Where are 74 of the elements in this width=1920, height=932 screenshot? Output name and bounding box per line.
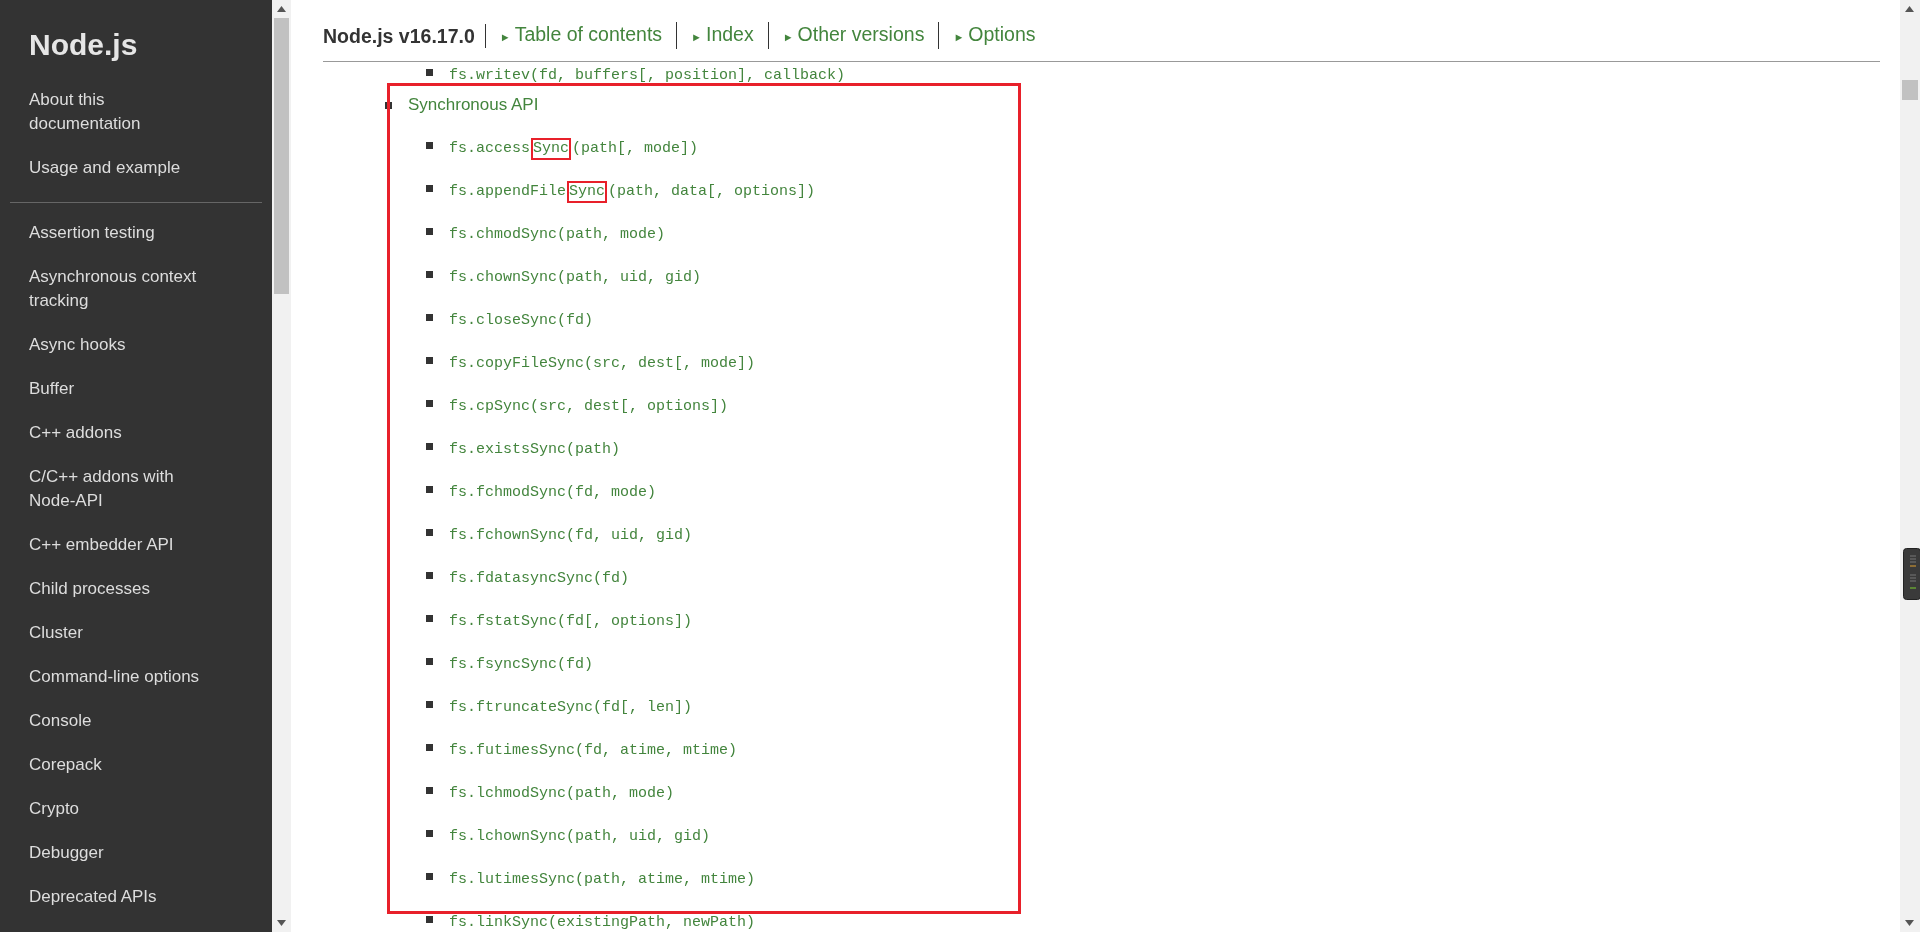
api-link[interactable]: fs.fchownSync(fd, uid, gid) (449, 527, 693, 544)
api-link[interactable]: fs.closeSync(fd) (449, 312, 594, 329)
api-link[interactable]: fs.writev(fd, buffers[, position], callback) (449, 67, 846, 84)
level-meter-drawing (1903, 548, 1920, 600)
api-link[interactable]: fs.existsSync(path) (449, 441, 621, 458)
sidebar-link[interactable]: Console (0, 699, 272, 743)
bullet-icon (426, 529, 433, 536)
scroll-down-icon[interactable] (277, 920, 286, 926)
bullet-icon (426, 658, 433, 665)
bullet-icon (426, 701, 433, 708)
sidebar-link[interactable]: C++ addons (0, 411, 272, 455)
sidebar-link[interactable]: C/C++ addons with Node-API (0, 455, 272, 523)
api-link[interactable]: fs.fsyncSync(fd) (449, 656, 594, 673)
api-link[interactable]: fs.cpSync(src, dest[, options]) (449, 398, 729, 415)
api-link[interactable]: fs.appendFile Sync (path, data[, options]) (449, 183, 816, 200)
sidebar-link[interactable]: Buffer (0, 367, 272, 411)
scrollbar[interactable] (1900, 0, 1920, 932)
site-title[interactable]: Node.js (0, 20, 272, 70)
scrollbar-thumb[interactable] (274, 18, 289, 294)
sidebar-link[interactable]: Debugger (0, 831, 272, 875)
bullet-icon (426, 69, 433, 76)
bullet-icon (385, 102, 392, 109)
scroll-down-icon[interactable] (1905, 920, 1914, 926)
sidebar-link[interactable]: Async hooks (0, 323, 272, 367)
api-link[interactable]: fs.futimesSync(fd, atime, mtime) (449, 742, 738, 759)
api-link[interactable]: fs.lchownSync(path, uid, gid) (449, 828, 711, 845)
api-link[interactable]: fs.access Sync (path[, mode]) (449, 140, 699, 157)
scrollbar[interactable] (272, 0, 291, 932)
bullet-icon (426, 400, 433, 407)
sidebar-link[interactable]: C++ embedder API (0, 523, 272, 567)
bullet-icon (426, 744, 433, 751)
bullet-icon (426, 873, 433, 880)
bullet-icon (426, 486, 433, 493)
sidebar-link[interactable]: Deprecated APIs (0, 875, 272, 919)
api-link[interactable]: fs.copyFileSync(src, dest[, mode]) (449, 355, 756, 372)
sidebar-link[interactable]: About this documentation (0, 78, 272, 146)
sidebar-link[interactable]: Crypto (0, 787, 272, 831)
bullet-icon (426, 271, 433, 278)
bullet-icon (426, 572, 433, 579)
nav-link[interactable]: ► Index (677, 22, 769, 49)
bullet-icon (426, 228, 433, 235)
bullet-icon (426, 185, 433, 192)
sidebar-link[interactable]: Asynchronous context tracking (0, 255, 272, 323)
api-link[interactable]: fs.fchmodSync(fd, mode) (449, 484, 657, 501)
api-link[interactable]: fs.fstatSync(fd[, options]) (449, 613, 693, 630)
api-link[interactable]: fs.lchmodSync(path, mode) (449, 785, 675, 802)
bullet-icon (426, 142, 433, 149)
scroll-up-icon[interactable] (277, 6, 286, 12)
api-link[interactable]: fs.lutimesSync(path, atime, mtime) (449, 871, 756, 888)
sidebar-link[interactable]: Command-line options (0, 655, 272, 699)
bullet-icon (426, 615, 433, 622)
api-link[interactable]: fs.fdatasyncSync(fd) (449, 570, 630, 587)
bullet-icon (426, 314, 433, 321)
section-link[interactable]: Synchronous API (408, 95, 539, 115)
sidebar-link[interactable]: Usage and example (0, 146, 272, 190)
page-title: Node.js v16.17.0 (323, 23, 486, 48)
api-link[interactable]: fs.linkSync(existingPath, newPath) (449, 914, 756, 931)
sidebar-link[interactable]: Cluster (0, 611, 272, 655)
bullet-icon (426, 787, 433, 794)
bullet-icon (426, 357, 433, 364)
nav-link[interactable]: ► Options (939, 22, 1050, 49)
scroll-up-icon[interactable] (1905, 6, 1914, 12)
nav-link[interactable]: ► Other versions (768, 22, 940, 49)
bullet-icon (426, 830, 433, 837)
bullet-icon (426, 443, 433, 450)
api-link[interactable]: fs.ftruncateSync(fd[, len]) (449, 699, 693, 716)
sidebar-link[interactable]: Corepack (0, 743, 272, 787)
api-link[interactable]: fs.chmodSync(path, mode) (449, 226, 666, 243)
sidebar-link[interactable]: Assertion testing (0, 211, 272, 255)
nav-link[interactable]: ► Table of contents (485, 22, 678, 49)
scrollbar-thumb[interactable] (1902, 80, 1918, 100)
bullet-icon (426, 916, 433, 923)
api-link[interactable]: fs.chownSync(path, uid, gid) (449, 269, 702, 286)
sidebar-link[interactable]: Child processes (0, 567, 272, 611)
